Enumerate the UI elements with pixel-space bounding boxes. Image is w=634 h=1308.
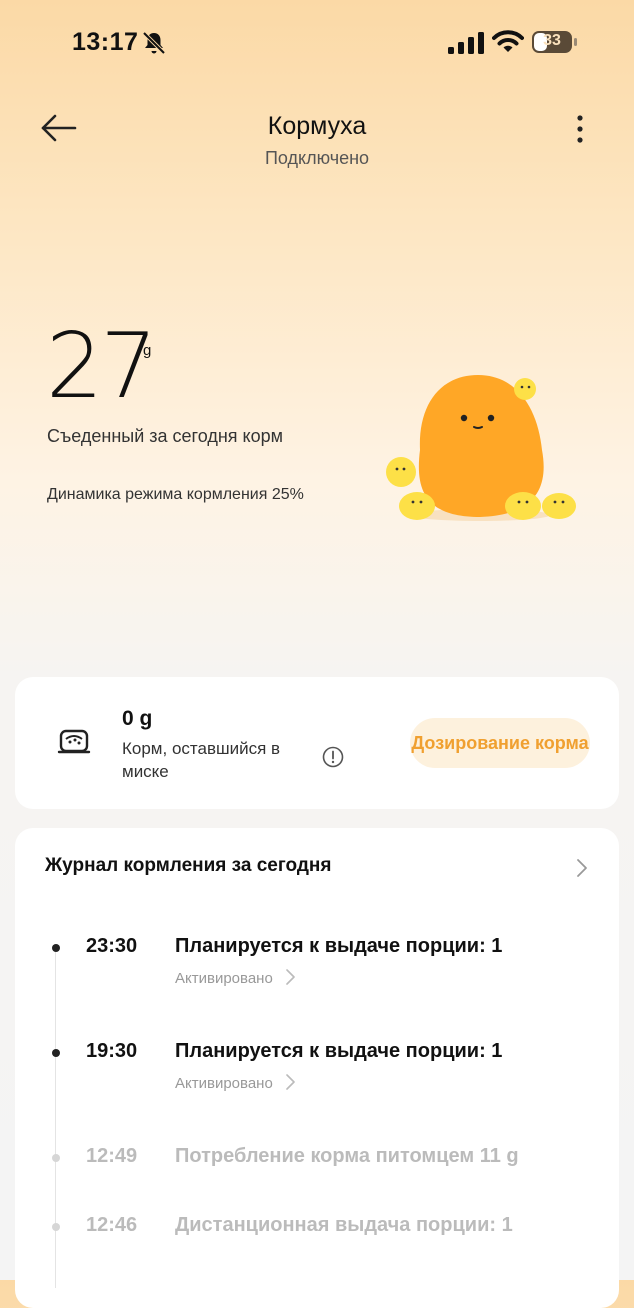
- timeline-dot: [52, 1049, 60, 1057]
- chevron-right-icon: [285, 1074, 295, 1090]
- entry-time: 12:46: [86, 1214, 138, 1236]
- status-time: 13:17: [72, 28, 139, 56]
- entry-status-link[interactable]: Активировано: [175, 1073, 295, 1092]
- battery-level: 33: [543, 32, 561, 49]
- food-bowl-icon: [57, 729, 91, 754]
- eaten-today-unit: g: [143, 342, 152, 359]
- journal-title[interactable]: Журнал кормления за сегодня: [45, 855, 331, 877]
- bell-muted-icon: [142, 31, 166, 55]
- timeline-line: [55, 948, 56, 1288]
- entry-title: Потребление корма питомцем 11 g: [175, 1145, 519, 1167]
- timeline-dot: [52, 944, 60, 952]
- entry-status-link[interactable]: Активировано: [175, 968, 295, 987]
- page-title: Кормуха: [267, 112, 367, 140]
- eaten-today-value: 27: [46, 314, 158, 419]
- chevron-right-icon[interactable]: [572, 856, 592, 880]
- mascot-illustration: [386, 375, 576, 521]
- timeline-dot: [52, 1223, 60, 1231]
- info-icon[interactable]: [322, 746, 344, 768]
- entry-title: Дистанционная выдача порции: 1: [175, 1214, 513, 1236]
- dose-food-button[interactable]: Дозирование корма: [410, 718, 590, 768]
- entry-time: 12:49: [86, 1145, 138, 1167]
- entry-time: 23:30: [86, 935, 138, 957]
- bowl-remaining-label: Корм, оставшийся в миске: [122, 739, 281, 781]
- entry-time: 19:30: [86, 1040, 138, 1062]
- eaten-today-label: Съеденный за сегодня корм: [47, 426, 283, 446]
- feeding-mode-dynamics: Динамика режима кормления 25%: [47, 486, 304, 503]
- battery-icon: 33: [532, 31, 578, 53]
- timeline-dot: [52, 1154, 60, 1162]
- more-options-icon[interactable]: [566, 112, 594, 146]
- entry-title: Планируется к выдаче порции: 1: [175, 1040, 503, 1062]
- entry-title: Планируется к выдаче порции: 1: [175, 935, 503, 957]
- bowl-remaining-value: 0 g: [122, 707, 153, 730]
- entry-status: Активировано: [175, 1075, 273, 1092]
- connection-status: Подключено: [264, 148, 370, 168]
- wifi-icon: [492, 30, 524, 52]
- chevron-right-icon: [285, 969, 295, 985]
- entry-status: Активировано: [175, 970, 273, 987]
- cellular-signal-icon: [448, 32, 484, 54]
